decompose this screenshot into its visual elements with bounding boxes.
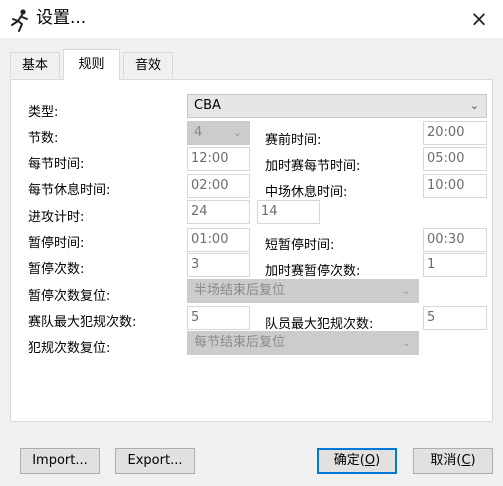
- timeout-time-label: 暂停时间:: [28, 236, 85, 251]
- chevron-down-icon: ⌄: [232, 126, 242, 139]
- timeout-reset-value: 半场结束后复位: [194, 283, 286, 298]
- pregame-time-field[interactable]: 20:00: [423, 121, 487, 145]
- shot-clock-label: 进攻计时:: [28, 210, 85, 225]
- halftime-break-label: 中场休息时间:: [265, 185, 348, 200]
- pregame-time-label: 赛前时间:: [265, 133, 322, 148]
- type-label: 类型:: [28, 105, 59, 120]
- overtime-period-time-field[interactable]: 05:00: [423, 147, 487, 171]
- tab-sound[interactable]: 音效: [123, 52, 173, 78]
- short-timeout-label: 短暂停时间:: [265, 238, 335, 253]
- foul-reset-select[interactable]: 每节结束后复位 ⌄: [187, 331, 419, 355]
- team-foul-max-field[interactable]: 5: [187, 306, 250, 330]
- team-foul-max-label: 赛队最大犯规次数:: [28, 315, 137, 330]
- export-button[interactable]: Export...: [115, 448, 195, 474]
- window-title: 设置...: [36, 8, 87, 28]
- timeout-time-field[interactable]: 01:00: [187, 228, 250, 252]
- close-icon[interactable]: ×: [462, 6, 496, 32]
- timeout-count-label: 暂停次数:: [28, 262, 85, 277]
- cancel-button[interactable]: 取消(C): [413, 448, 493, 474]
- tab-rules[interactable]: 规则: [63, 49, 120, 80]
- overtime-period-time-label: 加时赛每节时间:: [265, 159, 361, 174]
- ok-label-tail: ): [375, 453, 381, 468]
- timeout-reset-label: 暂停次数复位:: [28, 289, 111, 304]
- ok-label: 确定(: [333, 453, 365, 468]
- ok-button[interactable]: 确定(O): [317, 448, 397, 474]
- overtime-timeout-count-field[interactable]: 1: [423, 253, 487, 277]
- chevron-down-icon: ⌄: [469, 99, 479, 112]
- chevron-down-icon: ⌄: [401, 336, 411, 349]
- cancel-accelerator: C: [461, 453, 471, 468]
- foul-reset-value: 每节结束后复位: [194, 335, 286, 350]
- period-break-field[interactable]: 02:00: [187, 174, 250, 198]
- basketball-player-icon: [8, 8, 30, 32]
- halftime-break-field[interactable]: 10:00: [423, 174, 487, 198]
- shot-clock-field[interactable]: 24: [187, 200, 250, 224]
- periods-value: 4: [194, 125, 203, 140]
- short-timeout-field[interactable]: 00:30: [423, 228, 487, 252]
- timeout-reset-select[interactable]: 半场结束后复位 ⌄: [187, 279, 419, 303]
- timeout-count-field[interactable]: 3: [187, 253, 250, 277]
- chevron-down-icon: ⌄: [401, 284, 411, 297]
- periods-label: 节数:: [28, 131, 59, 146]
- title-bar: 设置... ×: [0, 0, 503, 38]
- cancel-label-tail: ): [470, 453, 476, 468]
- foul-reset-label: 犯规次数复位:: [28, 341, 111, 356]
- type-select[interactable]: CBA ⌄: [187, 94, 487, 118]
- player-foul-max-field[interactable]: 5: [423, 306, 487, 330]
- period-time-label: 每节时间:: [28, 157, 85, 172]
- period-break-label: 每节休息时间:: [28, 183, 111, 198]
- tab-basic[interactable]: 基本: [10, 52, 60, 78]
- periods-select[interactable]: 4 ⌄: [187, 121, 250, 145]
- type-value: CBA: [194, 98, 221, 113]
- ok-accelerator: O: [364, 453, 376, 468]
- cancel-label: 取消(: [430, 453, 462, 468]
- overtime-timeout-count-label: 加时赛暂停次数:: [265, 264, 361, 279]
- period-time-field[interactable]: 12:00: [187, 147, 250, 171]
- import-button[interactable]: Import...: [20, 448, 100, 474]
- shot-clock-reset-field[interactable]: 14: [257, 200, 320, 224]
